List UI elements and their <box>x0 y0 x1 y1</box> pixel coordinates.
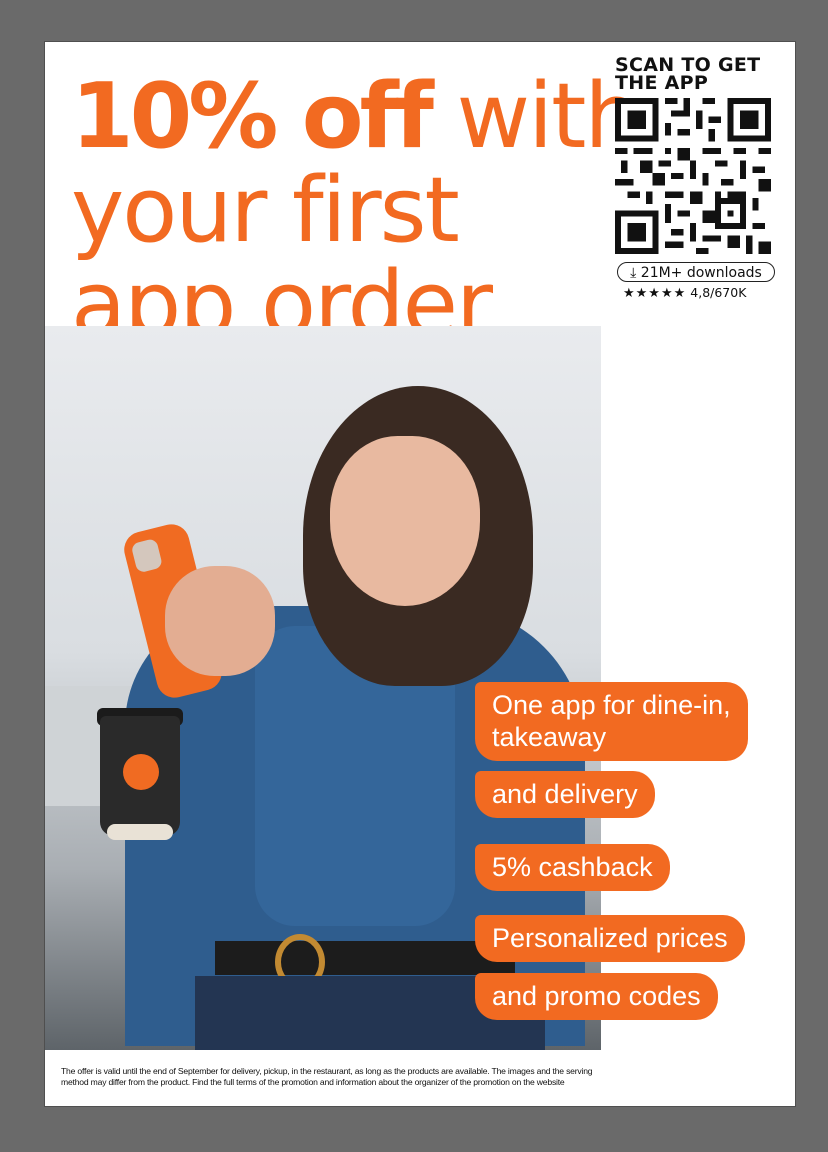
app-rating: ★★★★★ 4,8/670K <box>623 285 785 301</box>
headline-line-2: your first <box>71 158 460 263</box>
feature-bubble-cashback: 5% cashback <box>475 844 670 891</box>
rating-value: 4,8/670K <box>690 285 747 300</box>
headline-discount: 10% off <box>71 64 434 169</box>
download-icon: ⤓ <box>630 265 637 281</box>
terms-footnote: The offer is valid until the end of Sept… <box>61 1066 593 1087</box>
feature-bubble-dine-in: One app for dine-in, takeaway <box>475 682 748 761</box>
qr-block: SCAN TO GET THE APP ⤓ 21M+ downloads ★★★… <box>615 56 785 301</box>
qr-code[interactable] <box>615 98 771 254</box>
qr-title: SCAN TO GET THE APP <box>615 54 761 94</box>
downloads-badge: ⤓ 21M+ downloads <box>617 262 775 282</box>
headline: 10% off with your first app order <box>71 70 641 352</box>
promo-poster: 10% off with your first app order SCAN T… <box>45 42 795 1106</box>
feature-bubble-delivery: and delivery <box>475 771 655 818</box>
headline-line-1: 10% off with <box>71 64 642 169</box>
feature-bubble-promo: and promo codes <box>475 973 718 1020</box>
headline-with: with <box>429 64 642 169</box>
star-rating-icon: ★★★★★ <box>623 286 687 301</box>
feature-bubble-prices: Personalized prices <box>475 915 745 962</box>
